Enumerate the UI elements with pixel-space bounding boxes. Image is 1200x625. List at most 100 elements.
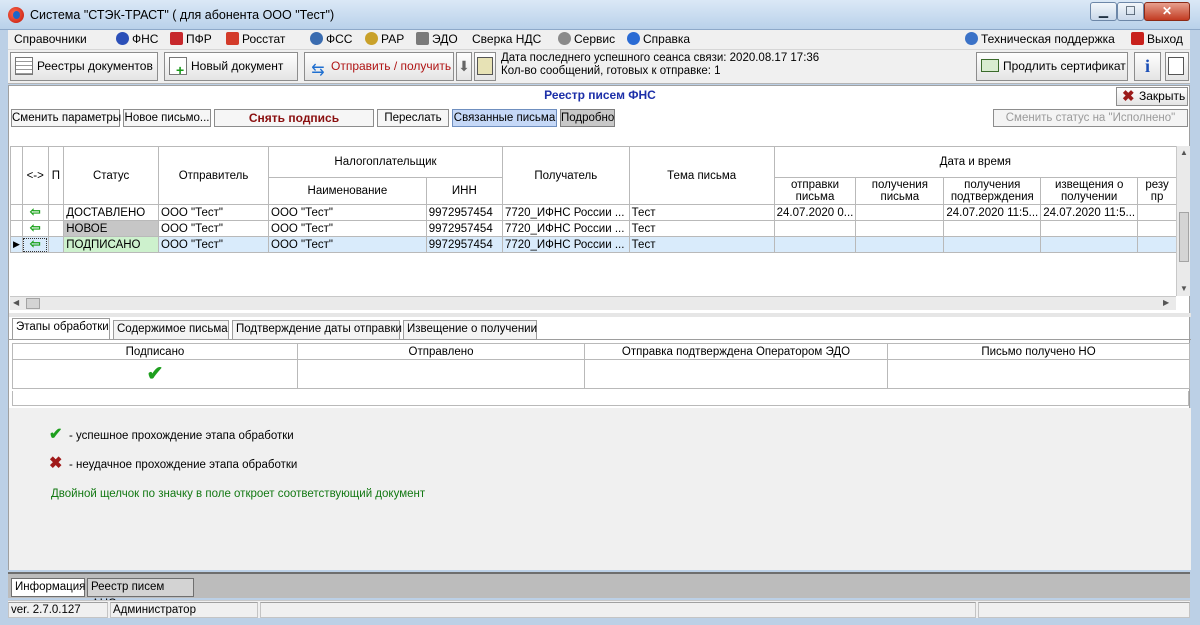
direction-header[interactable]: <-> (21, 146, 49, 205)
menu-item-exit[interactable]: Выход (1131, 32, 1183, 46)
version-label: ver. 2.7.0.127 (8, 602, 108, 618)
sent-stage-cell[interactable] (297, 359, 585, 389)
linked-letters-button[interactable]: Связанные письма (452, 109, 557, 127)
taxpayer-name-cell: ООО "Тест" (268, 236, 427, 253)
exit-icon (1131, 32, 1144, 45)
set-done-status-button[interactable]: Сменить статус на "Исполнено" (993, 109, 1188, 127)
window-close-button[interactable]: ✕ (1144, 2, 1190, 21)
grid-horizontal-scrollbar[interactable]: ◀ ▶ (10, 296, 1176, 310)
taxpayer-name-cell: ООО "Тест" (268, 204, 427, 221)
gear-icon (558, 32, 571, 45)
registers-button[interactable]: Реестры документов (10, 52, 158, 81)
send-receive-label: Отправить / получить (331, 59, 452, 73)
menu-item-rosstat[interactable]: Росстат (226, 32, 285, 46)
menu-item-pfr[interactable]: ПФР (170, 32, 212, 46)
change-params-button[interactable]: Сменить параметры (11, 109, 121, 127)
checkmark-icon: ✔ (49, 426, 63, 443)
menu-item-service[interactable]: Сервис (558, 32, 615, 46)
checkmark-icon[interactable]: ✔ (147, 363, 164, 385)
menu-item-references[interactable]: Справочники (14, 32, 87, 46)
menu-item-rar[interactable]: РАР (365, 32, 404, 46)
status-cell-empty (978, 602, 1190, 618)
ready-count-text: Кол-во сообщений, готовых к отправке: 1 (501, 65, 721, 77)
tab-information[interactable]: Информация (11, 578, 85, 597)
receiver-header[interactable]: Получатель (501, 146, 630, 205)
confirm-date-cell (943, 236, 1042, 253)
tab-letter-content[interactable]: Содержимое письма (113, 320, 229, 339)
tab-processing-stages[interactable]: Этапы обработки (12, 318, 110, 339)
scroll-right-icon[interactable]: ▶ (1163, 298, 1169, 307)
maximize-button[interactable]: ☐ (1117, 2, 1144, 21)
new-document-button[interactable]: + Новый документ (164, 52, 298, 81)
stages-footer (12, 391, 1189, 406)
sent-stage-header: Отправлено (297, 343, 585, 360)
registers-label: Реестры документов (37, 59, 153, 73)
operator-confirmed-stage-cell[interactable] (584, 359, 888, 389)
info-icon: i (1144, 56, 1150, 76)
table-row-selected[interactable]: ▶ ⇦ ПОДПИСАНО ООО "Тест" ООО "Тест" 9972… (10, 236, 1177, 253)
scroll-left-icon[interactable]: ◀ (13, 298, 19, 307)
send-receive-dropdown[interactable]: ⬇ (456, 52, 472, 81)
info-button[interactable]: i (1134, 52, 1161, 81)
cross-icon: ✖ (49, 455, 63, 472)
new-letter-button[interactable]: Новое письмо... (123, 109, 211, 127)
menu-item-fss[interactable]: ФСС (310, 32, 352, 46)
fns-icon (116, 32, 129, 45)
table-row[interactable]: ⇦ ДОСТАВЛЕНО ООО "Тест" ООО "Тест" 99729… (10, 204, 1177, 221)
received-date-cell (855, 236, 945, 253)
subject-cell: Тест (628, 204, 775, 221)
session-log-button[interactable] (474, 52, 496, 81)
menu-label: ПФР (186, 32, 212, 46)
menu-label: ФСС (326, 32, 353, 46)
sent-date-header[interactable]: отправки письма (773, 177, 857, 205)
scroll-up-icon[interactable]: ▲ (1180, 148, 1188, 157)
tab-receipt-notice[interactable]: Извещение о получении (403, 320, 537, 339)
menu-item-edo[interactable]: ЭДО (416, 32, 458, 46)
app-logo-icon (8, 7, 24, 23)
table-row[interactable]: ⇦ НОВОЕ ООО "Тест" ООО "Тест" 9972957454… (10, 220, 1177, 237)
receiver-cell: 7720_ИФНС России ... (501, 204, 630, 221)
received-date-header[interactable]: получения письма (855, 177, 945, 205)
rosstat-icon (226, 32, 239, 45)
tab-send-date-confirmation[interactable]: Подтверждение даты отправки (232, 320, 402, 339)
inn-cell: 9972957454 (425, 204, 503, 221)
menu-item-help[interactable]: Справка (627, 32, 690, 46)
subject-header[interactable]: Тема письма (628, 146, 775, 205)
status-header[interactable]: Статус (63, 146, 160, 205)
taxpayer-header: Налогоплательщик (268, 146, 503, 178)
menu-label: Росстат (242, 32, 286, 46)
received-by-tax-stage-cell[interactable] (887, 359, 1190, 389)
toolbar: Реестры документов + Новый документ ⇆ Отпр… (8, 50, 1190, 84)
remove-signature-button[interactable]: Снять подпись (214, 109, 374, 127)
sender-header[interactable]: Отправитель (158, 146, 270, 205)
signed-stage-cell[interactable]: ✔ (12, 359, 298, 389)
notice-date-cell (1040, 220, 1139, 237)
menu-item-vat-reconcile[interactable]: Сверка НДС (472, 32, 541, 46)
minimize-button[interactable]: ▁ (1090, 2, 1117, 21)
tab-fns-registry[interactable]: Реестр писем ФНС (87, 578, 194, 610)
grid-vertical-scrollbar[interactable]: ▲ ▼ (1176, 146, 1190, 296)
notice-date-header[interactable]: извещения о получении (1040, 177, 1139, 205)
send-receive-button[interactable]: ⇆ Отправить / получить (304, 52, 454, 81)
received-date-cell (855, 220, 945, 237)
report-button[interactable] (1165, 52, 1189, 81)
extend-certificate-button[interactable]: Продлить сертификат (976, 52, 1128, 81)
scroll-thumb[interactable] (26, 298, 40, 309)
scroll-down-icon[interactable]: ▼ (1180, 284, 1188, 293)
panel-splitter[interactable] (9, 313, 1191, 317)
inn-header[interactable]: ИНН (425, 177, 503, 205)
close-registry-button[interactable]: ✖ Закрыть (1116, 87, 1188, 106)
menu-item-support[interactable]: Техническая поддержка (965, 32, 1115, 46)
taxpayer-name-header[interactable]: Наименование (268, 177, 427, 205)
scroll-thumb[interactable] (1179, 212, 1189, 262)
details-toggle[interactable]: Подробно (560, 109, 615, 127)
status-bar: ver. 2.7.0.127 Администратор (8, 600, 1190, 618)
result-header[interactable]: резу пр (1137, 177, 1177, 205)
globe-icon (965, 32, 978, 45)
operator-confirmed-stage-header: Отправка подтверждена Оператором ЭДО (584, 343, 888, 360)
confirm-date-header[interactable]: получения подтверждения (943, 177, 1042, 205)
received-date-cell (855, 204, 945, 221)
menu-item-fns[interactable]: ФНС (116, 32, 158, 46)
forward-button[interactable]: Переслать (377, 109, 449, 127)
p-header[interactable]: П (47, 146, 65, 205)
